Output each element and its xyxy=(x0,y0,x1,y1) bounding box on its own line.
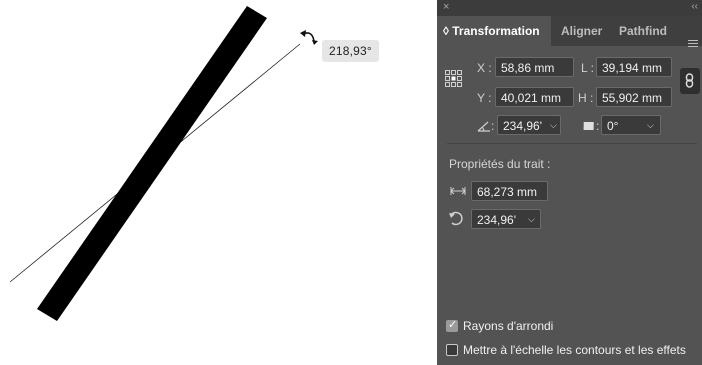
rotate-angle-icon xyxy=(477,121,490,132)
l-label: L : xyxy=(581,61,594,75)
width-input[interactable]: 39,194 mm xyxy=(596,57,672,77)
shear-dropdown-icon[interactable]: ⌵ xyxy=(647,120,654,131)
close-icon[interactable]: × xyxy=(443,1,449,13)
scale-strokes-label: Mettre à l'échelle les contours et les e… xyxy=(463,343,686,357)
stroke-rotation-icon xyxy=(449,211,463,226)
tab-aligner[interactable]: Aligner xyxy=(555,16,607,46)
rotation-angle-tooltip: 218,93° xyxy=(322,40,379,62)
shear-icon xyxy=(583,122,594,130)
corner-radius-label: Rayons d'arrondi xyxy=(463,319,554,333)
scale-strokes-checkbox[interactable] xyxy=(446,344,458,356)
panel-tab-bar: ◊ Transformation Aligner Pathfind xyxy=(437,16,702,49)
corner-radius-checkbox[interactable] xyxy=(446,318,458,332)
rotate-cursor-arrow-icon xyxy=(300,30,306,37)
x-label: X : xyxy=(477,61,492,75)
h-label: H : xyxy=(578,91,594,105)
collapse-icon[interactable]: ‹‹ xyxy=(691,1,698,12)
constrain-proportions-button[interactable] xyxy=(680,68,700,94)
transformation-panel: × ‹‹ ◊ Transformation Aligner Pathfind X… xyxy=(437,0,702,365)
selected-rectangle[interactable] xyxy=(37,6,267,321)
panel-title-bar[interactable]: × ‹‹ xyxy=(437,0,702,16)
panel-menu-icon[interactable] xyxy=(688,40,698,49)
angle-dropdown-icon[interactable]: ⌵ xyxy=(550,120,557,131)
tab-pathfinder[interactable]: Pathfind xyxy=(613,16,673,46)
angle-label: : xyxy=(491,119,495,133)
shear-label: : xyxy=(596,119,600,133)
length-icon xyxy=(450,187,466,195)
stroke-rotation-value: 234,96' xyxy=(477,213,516,227)
shear-value: 0° xyxy=(607,119,619,133)
tab-transformation[interactable]: ◊ Transformation xyxy=(437,16,551,46)
y-label: Y : xyxy=(477,91,492,105)
angle-value: 234,96' xyxy=(503,119,542,133)
reference-point-icon[interactable] xyxy=(445,70,463,88)
x-input[interactable]: 58,86 mm xyxy=(495,57,574,77)
artboard-canvas[interactable]: 218,93° xyxy=(0,0,437,365)
stroke-rotation-dropdown-icon[interactable]: ⌵ xyxy=(528,214,535,225)
height-input[interactable]: 55,902 mm xyxy=(596,87,672,107)
stroke-length-input[interactable]: 68,273 mm xyxy=(471,181,548,201)
stroke-properties-title: Propriétés du trait : xyxy=(449,157,551,171)
rotate-cursor-arrow2-icon xyxy=(312,40,318,45)
divider xyxy=(447,143,697,144)
y-input[interactable]: 40,021 mm xyxy=(495,87,574,107)
link-icon xyxy=(685,73,694,88)
